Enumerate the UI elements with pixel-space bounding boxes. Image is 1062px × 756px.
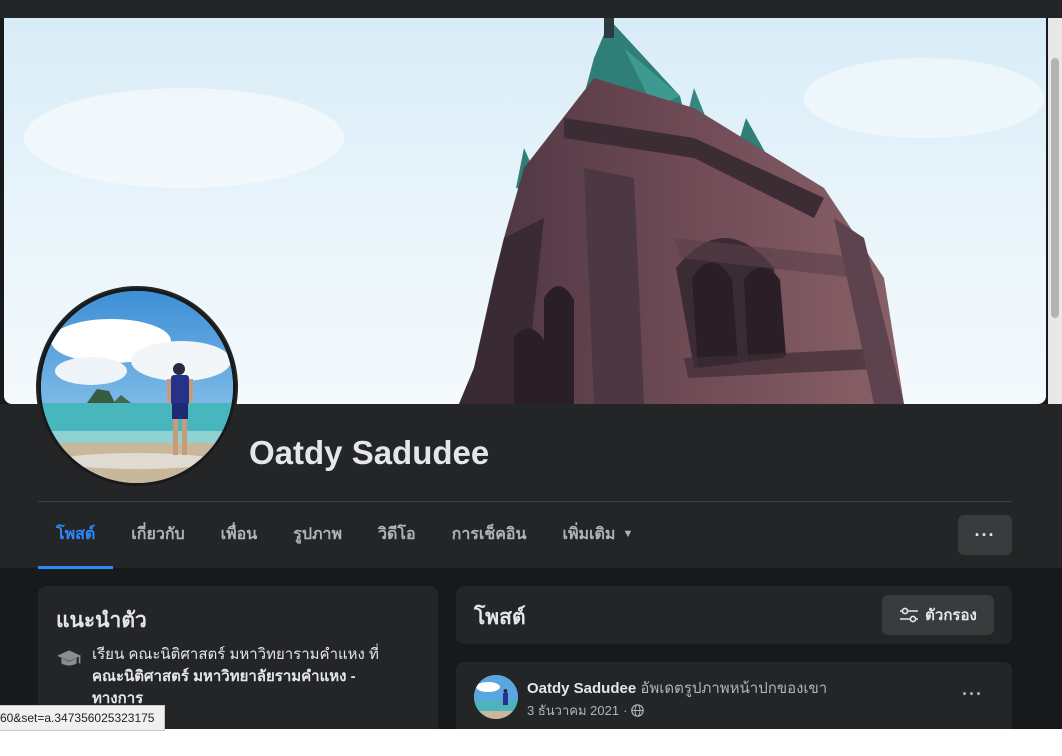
filter-label: ตัวกรอง bbox=[925, 607, 977, 624]
post-date[interactable]: 3 ธันวาคม 2021 bbox=[527, 700, 619, 721]
tab-label: รูปภาพ bbox=[293, 525, 343, 543]
avatar-beach-illustration bbox=[41, 291, 233, 483]
education-school-link[interactable]: คณะนิติศาสตร์ มหาวิทยาลัยรามคำแหง - ทางก… bbox=[92, 668, 356, 707]
post-meta: 3 ธันวาคม 2021 · bbox=[527, 700, 645, 721]
tab-friends[interactable]: เพื่อน bbox=[203, 502, 276, 569]
tab-label: การเช็คอิน bbox=[451, 525, 527, 543]
sliders-icon bbox=[900, 607, 919, 623]
post-options-button[interactable]: ··· bbox=[962, 684, 983, 705]
graduation-cap-icon bbox=[57, 650, 81, 666]
tab-videos[interactable]: วิดีโอ bbox=[360, 502, 434, 569]
intro-education-row: เรียน คณะนิติศาสตร์ มหาวิทยารามคำแหง ที่… bbox=[56, 644, 406, 710]
education-prefix: เรียน คณะนิติศาสตร์ มหาวิทยารามคำแหง ที่ bbox=[92, 646, 379, 663]
tab-more[interactable]: เพิ่มเติม ▼ bbox=[544, 502, 651, 569]
tab-check-ins[interactable]: การเช็คอิน bbox=[434, 502, 545, 569]
post-meta-separator: · bbox=[623, 703, 628, 718]
post-action-text: อัพเดตรูปภาพหน้าปกของเขา bbox=[640, 680, 828, 697]
page-scrollbar[interactable] bbox=[1048, 18, 1062, 404]
tab-label: เกี่ยวกับ bbox=[131, 525, 185, 543]
more-horizontal-icon: ··· bbox=[962, 684, 983, 704]
globe-icon[interactable] bbox=[631, 704, 645, 717]
post-headline: Oatdy Sadudee อัพเดตรูปภาพหน้าปกของเขา bbox=[527, 676, 827, 700]
tab-label: เพิ่มเติม bbox=[562, 525, 616, 543]
browser-bottom-strip bbox=[0, 729, 1062, 756]
posts-title: โพสต์ bbox=[474, 606, 526, 629]
author-avatar-image bbox=[474, 675, 518, 719]
tab-label: โพสต์ bbox=[56, 525, 96, 543]
tab-label: วิดีโอ bbox=[378, 525, 416, 543]
posts-header-card: โพสต์ ตัวกรอง bbox=[456, 586, 1012, 644]
tab-photos[interactable]: รูปภาพ bbox=[275, 502, 360, 569]
profile-avatar[interactable] bbox=[38, 288, 236, 486]
intro-title: แนะนำตัว bbox=[56, 609, 147, 632]
profile-name: Oatdy Sadudee bbox=[249, 434, 490, 471]
more-horizontal-icon: ··· bbox=[974, 524, 996, 545]
post-author-name[interactable]: Oatdy Sadudee bbox=[527, 680, 636, 697]
more-options-button[interactable]: ··· bbox=[958, 515, 1012, 555]
post-author-avatar[interactable] bbox=[474, 675, 518, 719]
status-url-text: 60&set=a.347356025323175 bbox=[0, 711, 155, 725]
intro-education-text: เรียน คณะนิติศาสตร์ มหาวิทยารามคำแหง ที่… bbox=[92, 644, 406, 710]
status-bar-url: 60&set=a.347356025323175 bbox=[0, 705, 166, 731]
caret-down-icon: ▼ bbox=[622, 528, 634, 540]
filter-button[interactable]: ตัวกรอง bbox=[882, 595, 994, 635]
browser-top-bar bbox=[0, 0, 1062, 18]
tab-label: เพื่อน bbox=[220, 525, 258, 543]
profile-tabs: โพสต์ เกี่ยวกับ เพื่อน รูปภาพ วิดีโอ การ… bbox=[38, 502, 651, 569]
scrollbar-thumb[interactable] bbox=[1051, 58, 1059, 318]
tab-posts[interactable]: โพสต์ bbox=[38, 502, 114, 569]
tab-about[interactable]: เกี่ยวกับ bbox=[113, 502, 202, 569]
